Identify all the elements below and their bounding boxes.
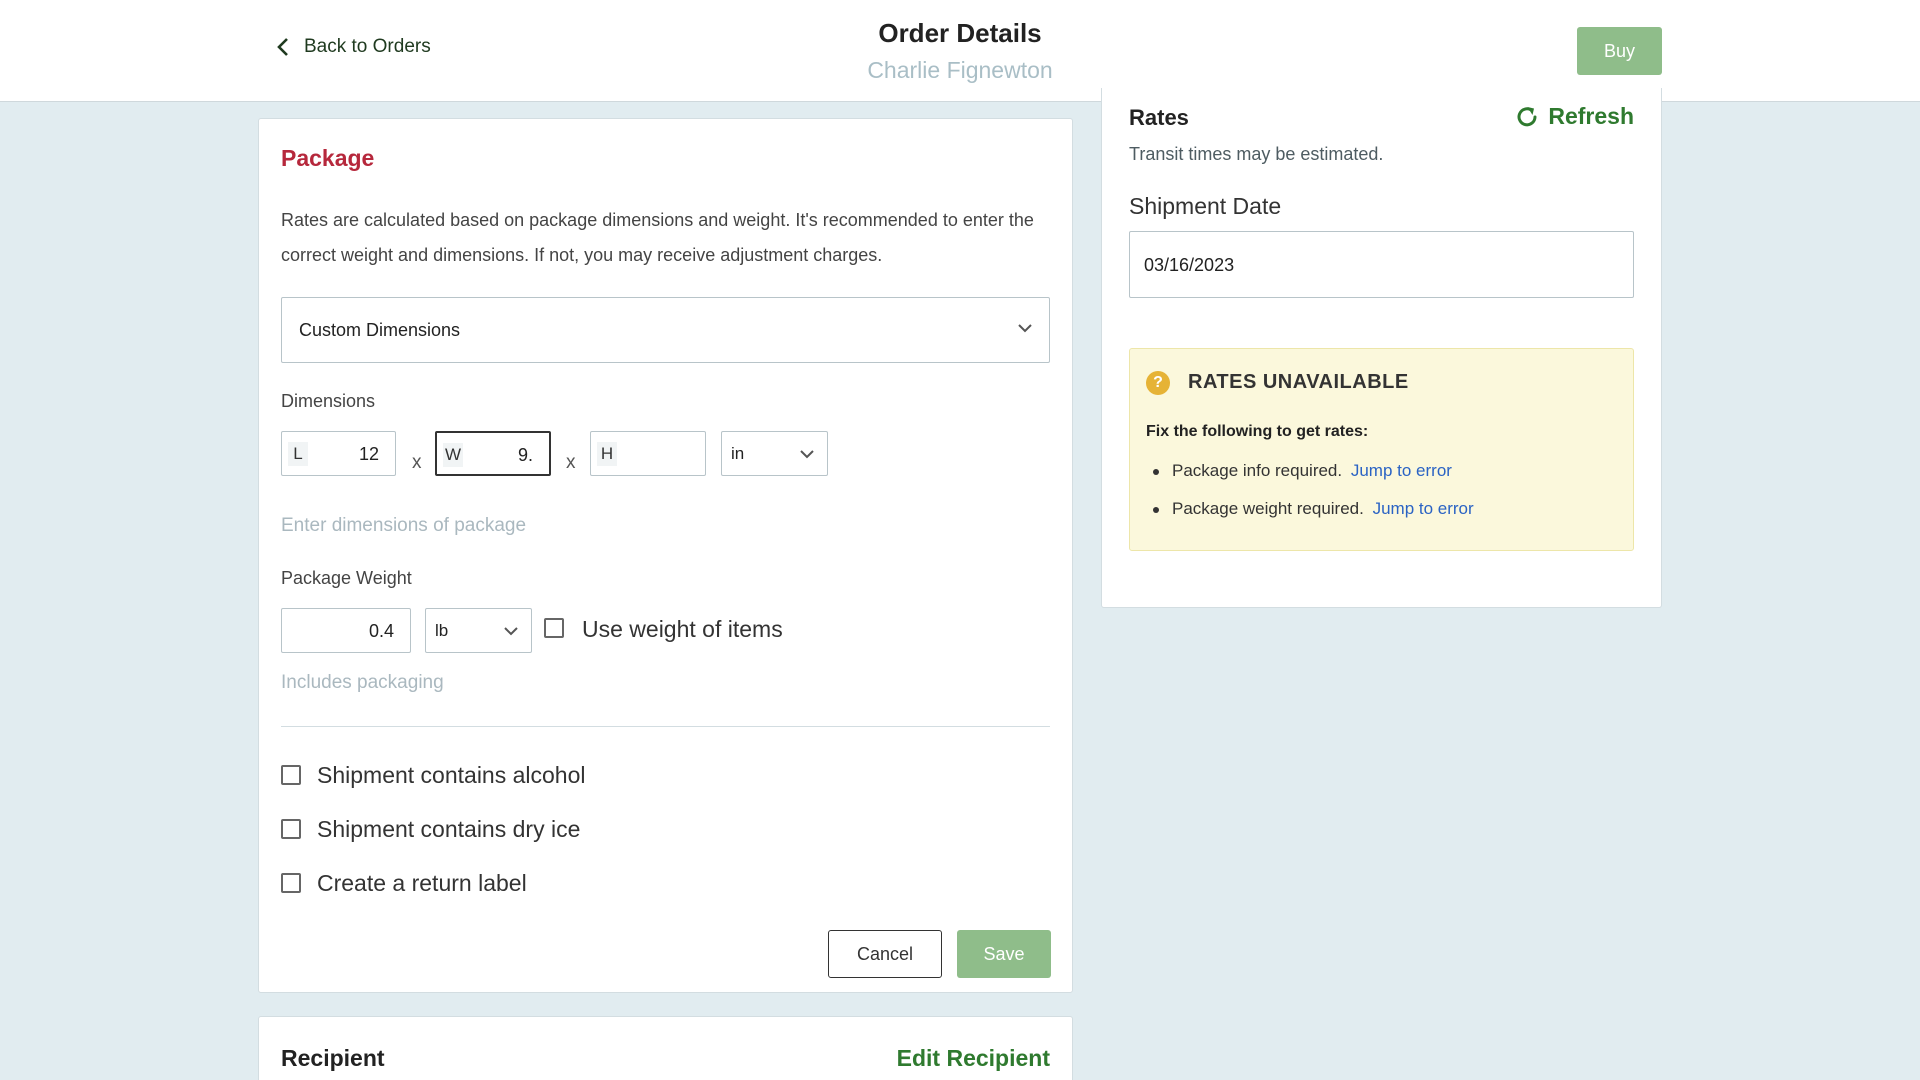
chevron-down-icon <box>504 627 518 636</box>
package-type-select[interactable]: Custom Dimensions <box>281 297 1050 363</box>
chevron-left-icon <box>277 38 288 56</box>
rates-card: Rates Refresh Transit times may be estim… <box>1101 88 1662 608</box>
weight-input[interactable]: 0.4 <box>281 608 411 653</box>
transit-note: Transit times may be estimated. <box>1129 144 1384 164</box>
dimension-separator: x <box>566 452 576 473</box>
save-button[interactable]: Save <box>957 930 1051 978</box>
package-weight-label: Package Weight <box>281 568 412 588</box>
jump-to-error-link[interactable]: Jump to error <box>1351 461 1452 480</box>
dry-ice-checkbox[interactable] <box>281 819 301 839</box>
weight-value: 0.4 <box>368 621 394 641</box>
list-item: Package weight required. Jump to error <box>1146 499 1474 519</box>
use-weight-label: Use weight of items <box>582 616 783 642</box>
chevron-down-icon <box>1018 324 1032 333</box>
error-text: Package info required. <box>1172 461 1343 480</box>
refresh-button[interactable]: Refresh <box>1514 103 1634 130</box>
refresh-icon <box>1517 106 1537 126</box>
dimensions-label: Dimensions <box>281 391 376 411</box>
dimension-unit-select[interactable]: in <box>721 431 828 476</box>
package-card: Package Rates are calculated based on pa… <box>258 118 1073 993</box>
rates-title: Rates <box>1129 105 1189 130</box>
buy-button[interactable]: Buy <box>1577 27 1662 75</box>
recipient-card: Recipient Edit Recipient <box>258 1016 1073 1080</box>
width-value: 9. <box>517 445 533 465</box>
shipment-date-label: Shipment Date <box>1129 193 1282 219</box>
weight-unit-value: lb <box>435 621 449 640</box>
height-input[interactable]: H <box>590 431 706 476</box>
use-weight-checkbox[interactable] <box>544 618 564 638</box>
package-type-value: Custom Dimensions <box>299 319 461 340</box>
shipment-date-input[interactable]: 03/16/2023 <box>1129 231 1634 298</box>
weight-unit-select[interactable]: lb <box>425 608 532 653</box>
dimension-separator: x <box>412 452 422 473</box>
top-bar: Back to Orders Order Details Charlie Fig… <box>0 0 1920 102</box>
recipient-title: Recipient <box>281 1045 385 1071</box>
chevron-down-icon <box>800 450 814 459</box>
weight-hint: Includes packaging <box>281 672 444 693</box>
width-input[interactable]: W 9. <box>435 431 551 476</box>
length-value: 12 <box>358 444 379 464</box>
back-to-orders-link[interactable]: Back to Orders <box>276 36 431 58</box>
length-prefix: L <box>288 442 308 466</box>
error-text: Package weight required. <box>1172 499 1364 518</box>
package-description: Rates are calculated based on package di… <box>281 210 1034 265</box>
width-prefix: W <box>443 443 463 467</box>
alert-error-list: Package info required. Jump to error Pac… <box>1146 461 1474 537</box>
alert-fix-intro: Fix the following to get rates: <box>1146 423 1369 440</box>
list-item: Package info required. Jump to error <box>1146 461 1474 481</box>
cancel-button[interactable]: Cancel <box>828 930 942 978</box>
back-label: Back to Orders <box>304 36 431 57</box>
divider <box>281 726 1050 727</box>
alcohol-label: Shipment contains alcohol <box>317 762 586 788</box>
dimension-unit-value: in <box>731 444 745 463</box>
rates-unavailable-alert: ? RATES UNAVAILABLE Fix the following to… <box>1129 348 1634 551</box>
shipment-date-value: 03/16/2023 <box>1144 255 1235 275</box>
length-input[interactable]: L 12 <box>281 431 396 476</box>
question-icon: ? <box>1146 371 1170 395</box>
refresh-label: Refresh <box>1548 103 1634 129</box>
dry-ice-label: Shipment contains dry ice <box>317 816 581 842</box>
alert-title: RATES UNAVAILABLE <box>1188 371 1409 393</box>
package-title: Package <box>281 145 375 171</box>
return-label-label: Create a return label <box>317 870 527 896</box>
jump-to-error-link[interactable]: Jump to error <box>1373 499 1474 518</box>
edit-recipient-link[interactable]: Edit Recipient <box>897 1045 1050 1072</box>
alcohol-checkbox[interactable] <box>281 765 301 785</box>
dimensions-hint: Enter dimensions of package <box>281 515 527 536</box>
height-prefix: H <box>597 442 617 466</box>
return-label-checkbox[interactable] <box>281 873 301 893</box>
